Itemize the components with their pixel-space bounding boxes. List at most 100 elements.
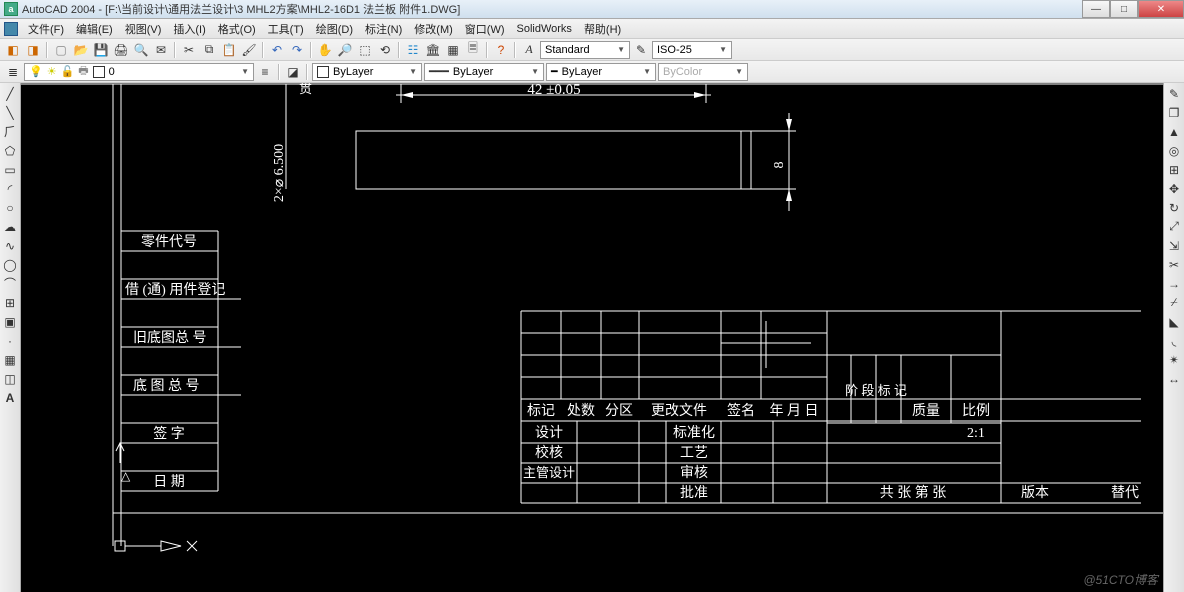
redo-icon[interactable]: ↷ bbox=[288, 41, 306, 59]
menu-insert[interactable]: 插入(I) bbox=[167, 21, 211, 37]
calc-icon[interactable]: 🗏 bbox=[464, 41, 482, 59]
region-icon[interactable]: ◫ bbox=[2, 370, 19, 387]
document-icon bbox=[4, 22, 18, 36]
help-icon[interactable]: ? bbox=[492, 41, 510, 59]
offset-icon[interactable]: ◎ bbox=[1166, 142, 1183, 159]
chevron-down-icon: ▼ bbox=[643, 67, 651, 76]
menu-dim[interactable]: 标注(N) bbox=[359, 21, 408, 37]
pline-icon[interactable]: ⺁ bbox=[2, 123, 19, 140]
linetype-combo[interactable]: ━━━ ByLayer ▼ bbox=[424, 63, 544, 81]
line-icon[interactable]: ╱ bbox=[2, 85, 19, 102]
tb-approve: 批准 bbox=[680, 485, 708, 501]
point-icon[interactable]: · bbox=[2, 332, 19, 349]
dcenter-icon[interactable]: 🏛 bbox=[424, 41, 442, 59]
layer-combo[interactable]: 💡 ☀ 🔓 🖶 0 ▼ bbox=[24, 63, 254, 81]
pan-icon[interactable]: ✋ bbox=[316, 41, 334, 59]
extend-icon[interactable]: → bbox=[1166, 275, 1183, 292]
break-icon[interactable]: ⌿ bbox=[1166, 294, 1183, 311]
mirror-icon[interactable]: ▲ bbox=[1166, 123, 1183, 140]
rotate-icon[interactable]: ↻ bbox=[1166, 199, 1183, 216]
layer-manager-icon[interactable]: ≣ bbox=[4, 63, 22, 81]
chevron-down-icon: ▼ bbox=[409, 67, 417, 76]
arc-icon[interactable]: ◜ bbox=[2, 180, 19, 197]
move-icon[interactable]: ✥ bbox=[1166, 180, 1183, 197]
tb-ratio: 2:1 bbox=[967, 426, 985, 441]
lineweight-combo[interactable]: ━ ByLayer ▼ bbox=[546, 63, 656, 81]
dim-style-combo[interactable]: ISO-25 ▼ bbox=[652, 41, 732, 59]
text-style-icon[interactable]: A bbox=[520, 41, 538, 59]
make-current-icon[interactable]: ◪ bbox=[284, 63, 302, 81]
minimize-button[interactable]: — bbox=[1082, 0, 1110, 18]
qnew2-icon[interactable]: ◨ bbox=[24, 41, 42, 59]
toolpal-icon[interactable]: ▦ bbox=[444, 41, 462, 59]
trim-icon[interactable]: ✂ bbox=[1166, 256, 1183, 273]
rectangle-icon[interactable]: ▭ bbox=[2, 161, 19, 178]
ucs-icon bbox=[115, 443, 197, 551]
matchprop-icon[interactable]: 🖌 bbox=[240, 41, 258, 59]
stretch-icon[interactable]: ⇲ bbox=[1166, 237, 1183, 254]
cut-icon[interactable]: ✂ bbox=[180, 41, 198, 59]
tb-hdr-mark: 标记 bbox=[527, 403, 555, 419]
xline-icon[interactable]: ╲ bbox=[2, 104, 19, 121]
layer-prev-icon[interactable]: ≡ bbox=[256, 63, 274, 81]
menu-modify[interactable]: 修改(M) bbox=[408, 21, 459, 37]
save-icon[interactable]: 💾 bbox=[92, 41, 110, 59]
text-style-combo[interactable]: Standard ▼ bbox=[540, 41, 630, 59]
menu-tools[interactable]: 工具(T) bbox=[262, 21, 310, 37]
zoomwin-icon[interactable]: ⬚ bbox=[356, 41, 374, 59]
copy-icon[interactable]: ⧉ bbox=[200, 41, 218, 59]
plotstyle-combo[interactable]: ByColor ▼ bbox=[658, 63, 748, 81]
props-icon[interactable]: ☷ bbox=[404, 41, 422, 59]
menu-edit[interactable]: 编辑(E) bbox=[70, 21, 119, 37]
mtext-icon[interactable]: A bbox=[2, 389, 19, 406]
menu-view[interactable]: 视图(V) bbox=[119, 21, 168, 37]
block-icon[interactable]: ▣ bbox=[2, 313, 19, 330]
open-icon[interactable]: 📂 bbox=[72, 41, 90, 59]
dim-style-icon[interactable]: ✎ bbox=[632, 41, 650, 59]
zoomrt-icon[interactable]: 🔎 bbox=[336, 41, 354, 59]
preview-icon[interactable]: 🔍 bbox=[132, 41, 150, 59]
print-icon[interactable]: 🖨 bbox=[112, 41, 130, 59]
paste-icon[interactable]: 📋 bbox=[220, 41, 238, 59]
maximize-button[interactable]: □ bbox=[1110, 0, 1138, 18]
publish-icon[interactable]: ✉ bbox=[152, 41, 170, 59]
hatch-icon[interactable]: ▦ bbox=[2, 351, 19, 368]
chamfer-icon[interactable]: ◣ bbox=[1166, 313, 1183, 330]
polygon-icon[interactable]: ⬠ bbox=[2, 142, 19, 159]
scale-icon[interactable]: ⤢ bbox=[1166, 218, 1183, 235]
menu-help[interactable]: 帮助(H) bbox=[578, 21, 627, 37]
menu-format[interactable]: 格式(O) bbox=[212, 21, 262, 37]
qnew-icon[interactable]: ◧ bbox=[4, 41, 22, 59]
label-borrow: 借 (通) 用件登记 bbox=[125, 282, 225, 298]
fillet-icon[interactable]: ◟ bbox=[1166, 332, 1183, 349]
erase-icon[interactable]: ✎ bbox=[1166, 85, 1183, 102]
spline-icon[interactable]: ∿ bbox=[2, 237, 19, 254]
menu-solidworks[interactable]: SolidWorks bbox=[511, 23, 578, 35]
ellipse-icon[interactable]: ◯ bbox=[2, 256, 19, 273]
drawing-canvas[interactable]: 42 ±0.05 2×⌀ 6.500 贯 8 零件代号 借 (通) 用件登记 bbox=[21, 83, 1163, 592]
lengthen-icon[interactable]: ↔ bbox=[1166, 370, 1183, 387]
insert-icon[interactable]: ⊞ bbox=[2, 294, 19, 311]
title-bar: a AutoCAD 2004 - [F:\当前设计\通用法兰设计\3 MHL2方… bbox=[0, 0, 1184, 19]
color-combo[interactable]: ByLayer ▼ bbox=[312, 63, 422, 81]
dim-left-tail: 贯 bbox=[299, 83, 312, 96]
tb-hdr-sign: 签名 bbox=[727, 402, 755, 419]
label-sign: 签 字 bbox=[153, 425, 185, 442]
copy-obj-icon[interactable]: ❐ bbox=[1166, 104, 1183, 121]
modify-toolbar: ✎ ❐ ▲ ◎ ⊞ ✥ ↻ ⤢ ⇲ ✂ → ⌿ ◣ ◟ ✴ ↔ bbox=[1163, 83, 1184, 592]
explode-icon[interactable]: ✴ bbox=[1166, 351, 1183, 368]
text-style-label: Standard bbox=[545, 44, 590, 56]
tb-replace: 替代 bbox=[1111, 485, 1139, 501]
menu-window[interactable]: 窗口(W) bbox=[459, 21, 511, 37]
menu-file[interactable]: 文件(F) bbox=[22, 21, 70, 37]
revcloud-icon[interactable]: ☁ bbox=[2, 218, 19, 235]
circle-icon[interactable]: ○ bbox=[2, 199, 19, 216]
new-icon[interactable]: ▢ bbox=[52, 41, 70, 59]
undo-icon[interactable]: ↶ bbox=[268, 41, 286, 59]
menu-draw[interactable]: 绘图(D) bbox=[310, 21, 359, 37]
ellipsearc-icon[interactable]: ⌒ bbox=[2, 275, 19, 292]
close-button[interactable]: ✕ bbox=[1138, 0, 1184, 18]
array-icon[interactable]: ⊞ bbox=[1166, 161, 1183, 178]
tb-ver: 版本 bbox=[1021, 485, 1049, 501]
zoomprev-icon[interactable]: ⟲ bbox=[376, 41, 394, 59]
